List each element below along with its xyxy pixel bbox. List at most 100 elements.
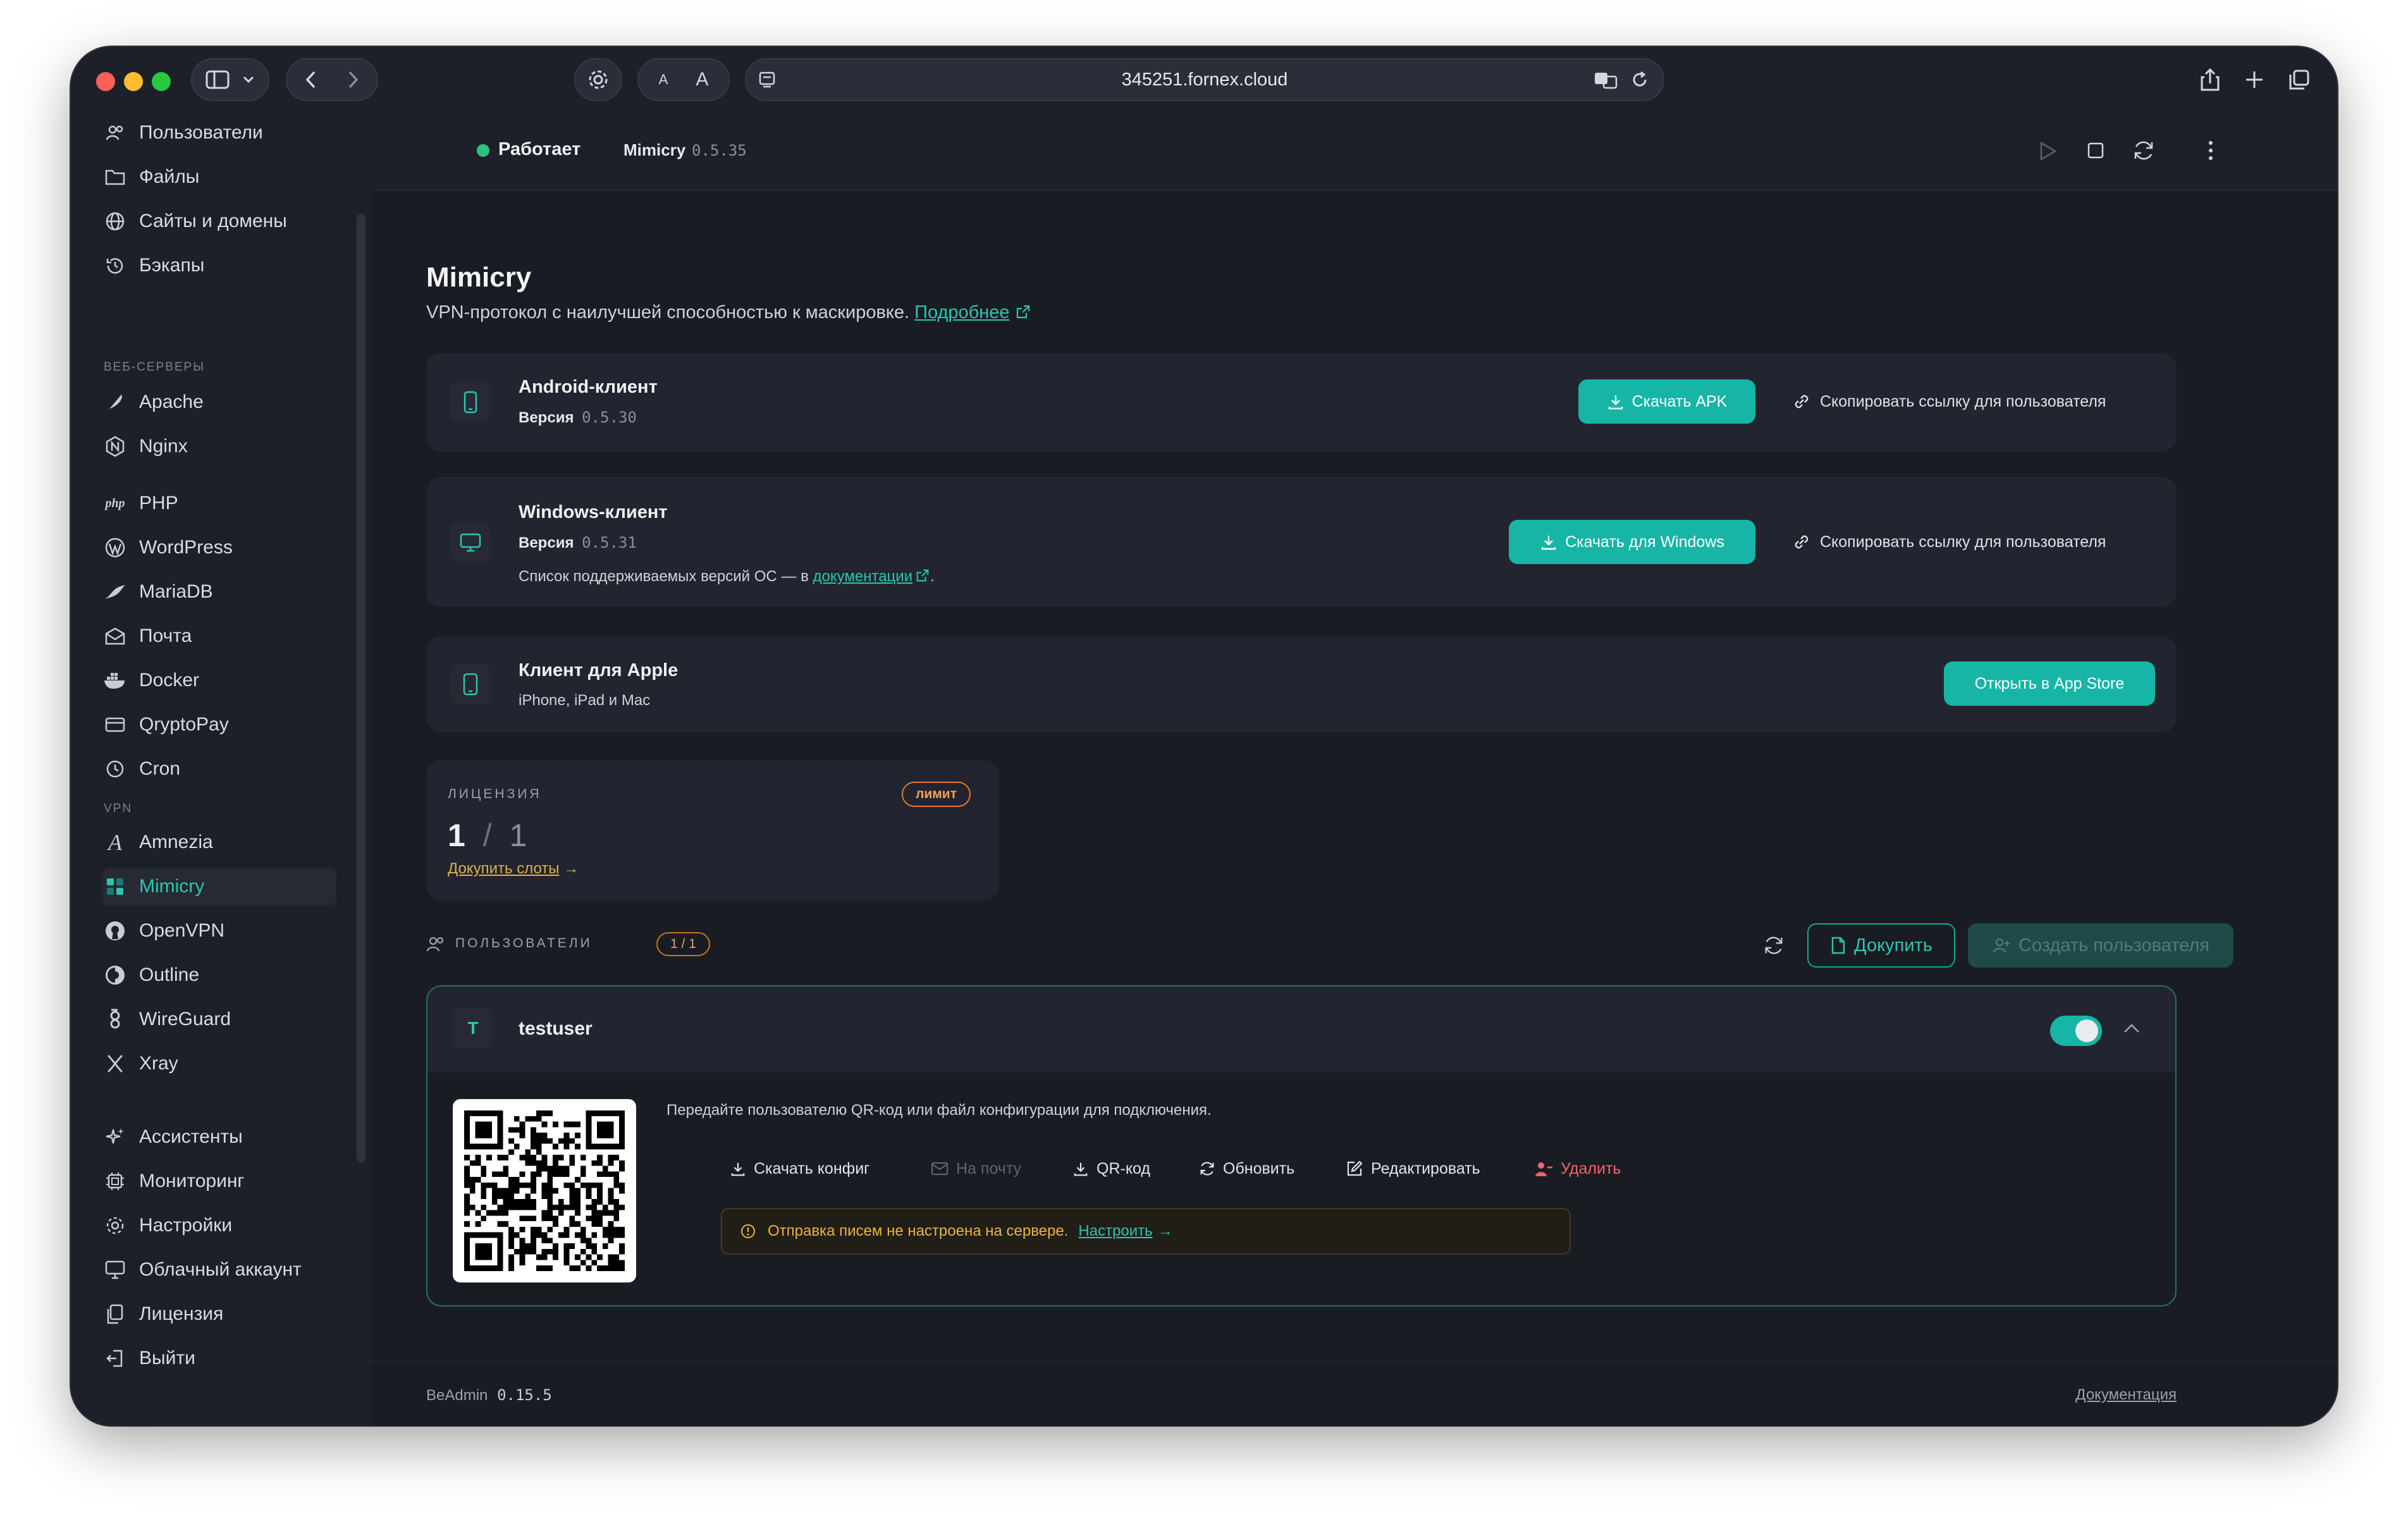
create-user-button[interactable]: Создать пользователя (1968, 923, 2233, 968)
sidebar-item-mail[interactable]: Почта (102, 617, 336, 655)
qr-module (469, 1182, 476, 1188)
sidebar-scrollbar[interactable] (357, 214, 366, 1162)
zoom-window-button[interactable] (152, 72, 171, 91)
play-icon[interactable] (2037, 140, 2058, 162)
download-apk-button[interactable]: Скачать APK (1578, 379, 1755, 424)
qr-module (513, 1248, 520, 1255)
sidebar-item-monitoring[interactable]: Мониторинг (102, 1162, 336, 1200)
new-tab-icon[interactable] (2244, 69, 2265, 90)
sidebar-item-xray[interactable]: Xray (102, 1045, 336, 1083)
forward-icon[interactable] (347, 70, 359, 89)
sidebar-item-logout[interactable]: Выйти (102, 1339, 336, 1377)
qr-module (525, 1215, 531, 1222)
restart-icon[interactable] (2132, 139, 2155, 162)
text-smaller-button[interactable]: A (659, 71, 668, 88)
footer-docs-link[interactable]: Документация (2075, 1386, 2177, 1404)
link-icon (1795, 395, 1809, 409)
sidebar-item-outline[interactable]: Outline (102, 956, 336, 994)
sidebar-item-apache[interactable]: Apache (102, 383, 336, 421)
sidebar-item-cron[interactable]: Cron (102, 750, 336, 788)
sidebar-item-docker[interactable]: Docker (102, 661, 336, 699)
sidebar-item-php[interactable]: php PHP (102, 484, 336, 522)
qr-module (541, 1160, 548, 1166)
configure-email-link[interactable]: Настроить (1078, 1222, 1152, 1240)
qr-module (602, 1165, 608, 1172)
gear-icon (102, 1213, 128, 1238)
qr-module (575, 1265, 580, 1271)
sidebar-item-backups[interactable]: Бэкапы (102, 247, 336, 285)
qr-module (608, 1155, 614, 1160)
sidebar-item-qryptopay[interactable]: QryptoPay (102, 706, 336, 744)
share-icon[interactable] (2199, 67, 2221, 92)
text-larger-button[interactable]: A (696, 69, 708, 90)
qr-module (497, 1155, 503, 1160)
android-version: 0.5.30 (582, 409, 637, 426)
qr-module (531, 1226, 536, 1233)
download-windows-button[interactable]: Скачать для Windows (1509, 520, 1755, 564)
sidebar-item-openvpn[interactable]: OpenVPN (102, 912, 336, 950)
back-icon[interactable] (305, 70, 317, 89)
sidebar-item-cloud-account[interactable]: Облачный аккаунт (102, 1251, 336, 1289)
more-vertical-icon[interactable] (2207, 139, 2214, 162)
regenerate-button[interactable]: Обновить (1199, 1150, 1294, 1188)
send-email-button[interactable]: На почту (931, 1150, 1021, 1188)
tab-overview-icon[interactable] (2288, 68, 2311, 91)
address-bar[interactable]: 345251.fornex.cloud (745, 58, 1664, 101)
qr-module (536, 1138, 542, 1144)
status-text: Работает (498, 139, 581, 159)
translate-icon[interactable] (1594, 70, 1619, 89)
documentation-link[interactable]: документации (813, 568, 913, 585)
qr-module (536, 1160, 542, 1166)
reload-icon[interactable] (1630, 70, 1649, 89)
sidebar-item-users[interactable]: Пользователи (102, 114, 336, 152)
sidebar-item-assistants[interactable]: Ассистенты (102, 1118, 336, 1156)
sidebar-item-mimicry[interactable]: Mimicry (102, 868, 336, 906)
refresh-icon[interactable] (1763, 935, 1784, 956)
smartphone-icon (450, 382, 491, 422)
qr-module (541, 1188, 548, 1194)
sidebar-item-license[interactable]: Лицензия (102, 1295, 336, 1333)
qr-module (597, 1193, 603, 1200)
qr-module (519, 1182, 525, 1188)
sidebar-item-wireguard[interactable]: WireGuard (102, 1000, 336, 1038)
sidebar-item-sites[interactable]: Сайты и домены (102, 202, 336, 240)
edit-button[interactable]: Редактировать (1346, 1150, 1480, 1188)
sparkles-icon (102, 1124, 128, 1150)
qr-code-button[interactable]: QR-код (1072, 1150, 1150, 1188)
qr-module (513, 1204, 520, 1210)
qr-module (497, 1171, 503, 1178)
qr-module (531, 1199, 536, 1205)
qr-module (591, 1260, 598, 1266)
qr-module (563, 1138, 570, 1144)
sidebar-item-amnezia[interactable]: A Amnezia (102, 823, 336, 861)
minimize-window-button[interactable] (124, 72, 143, 91)
chevron-up-icon[interactable] (2122, 1022, 2141, 1035)
qr-module (597, 1160, 603, 1166)
qr-module (541, 1232, 548, 1238)
more-link[interactable]: Подробнее (914, 302, 1009, 323)
sidebar-item-wordpress[interactable]: WordPress (102, 529, 336, 567)
download-config-button[interactable]: Скачать конфиг (730, 1150, 869, 1188)
qr-module (525, 1182, 531, 1188)
qr-module (513, 1143, 520, 1150)
sidebar-item-files[interactable]: Файлы (102, 158, 336, 196)
qr-module (469, 1188, 476, 1194)
stop-icon[interactable] (2086, 140, 2106, 161)
windows-copy-link-button[interactable]: Скопировать ссылку для пользователя (1792, 520, 2106, 564)
qr-module (563, 1204, 570, 1210)
sidebar-item-nginx[interactable]: Nginx (102, 427, 336, 465)
close-window-button[interactable] (96, 72, 115, 91)
delete-user-button[interactable]: Удалить (1534, 1150, 1621, 1188)
sidebar-item-settings[interactable]: Настройки (102, 1207, 336, 1245)
android-copy-link-button[interactable]: Скопировать ссылку для пользователя (1792, 379, 2106, 424)
user-row-header[interactable]: T testuser (427, 987, 2175, 1073)
user-enabled-toggle[interactable] (2050, 1016, 2102, 1046)
settings-button[interactable] (574, 58, 622, 101)
sidebar-item-mariadb[interactable]: MariaDB (102, 573, 336, 611)
buy-slots-link[interactable]: Докупить слоты → (448, 860, 579, 878)
sidebar-toggle-button[interactable] (191, 58, 269, 101)
buy-users-button[interactable]: Докупить (1807, 923, 1955, 968)
open-app-store-button[interactable]: Открыть в App Store (1944, 661, 2155, 706)
qr-module (519, 1204, 525, 1210)
qr-module (519, 1243, 525, 1249)
